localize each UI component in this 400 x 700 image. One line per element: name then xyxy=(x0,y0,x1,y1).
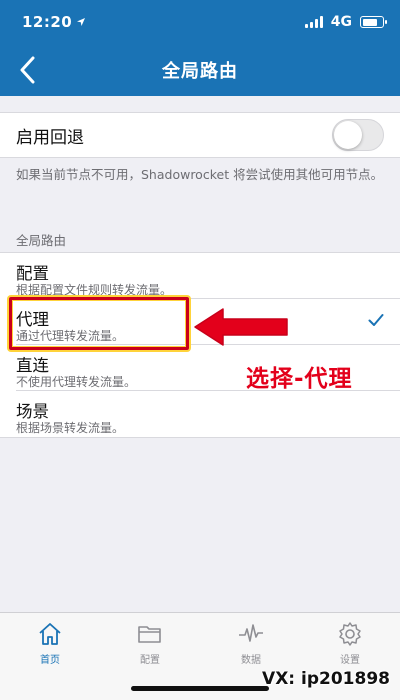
location-arrow-icon xyxy=(77,18,86,26)
fallback-footnote: 如果当前节点不可用，Shadowrocket 将尝试使用其他可用节点。 xyxy=(16,167,384,182)
chevron-left-icon xyxy=(20,56,35,84)
status-time-group: 12:20 xyxy=(22,13,86,31)
route-item-scene[interactable]: 场景 根据场景转发流量。 xyxy=(0,391,400,437)
page-title: 全局路由 xyxy=(162,61,238,82)
arrow-left-icon xyxy=(194,308,288,346)
fallback-toggle[interactable] xyxy=(332,119,384,151)
fallback-label: 启用回退 xyxy=(16,127,84,148)
signal-icon xyxy=(304,16,323,28)
activity-icon xyxy=(239,624,263,642)
fallback-row: 启用回退 xyxy=(0,112,400,158)
status-time: 12:20 xyxy=(22,13,73,31)
tab-label: 设置 xyxy=(340,655,360,666)
checkmark-icon xyxy=(368,314,384,326)
status-bar: 12:20 4G xyxy=(0,0,400,44)
tab-config[interactable]: 配置 xyxy=(120,621,180,671)
route-subtitle: 根据配置文件规则转发流量。 xyxy=(16,283,173,297)
watermark: VX: ip201898 xyxy=(262,669,390,689)
tab-label: 数据 xyxy=(241,655,261,666)
home-indicator xyxy=(131,686,269,691)
route-subtitle: 根据场景转发流量。 xyxy=(16,421,125,435)
highlight-box xyxy=(9,297,189,350)
status-right: 4G xyxy=(304,14,387,30)
tab-data[interactable]: 数据 xyxy=(221,621,281,671)
back-button[interactable] xyxy=(12,54,42,86)
tab-home[interactable]: 首页 xyxy=(20,621,80,671)
route-item-config[interactable]: 配置 根据配置文件规则转发流量。 xyxy=(0,253,400,299)
nav-bar: 全局路由 xyxy=(0,44,400,96)
gear-icon xyxy=(339,622,361,646)
annotation-text: 选择-代理 xyxy=(246,366,353,392)
routes-section-header: 全局路由 xyxy=(16,233,67,248)
battery-icon xyxy=(360,16,387,28)
tab-label: 配置 xyxy=(140,655,160,666)
tab-settings[interactable]: 设置 xyxy=(320,621,380,671)
folder-icon xyxy=(138,626,161,643)
toggle-knob xyxy=(334,121,362,149)
home-icon xyxy=(39,623,61,645)
battery-fill xyxy=(362,18,377,26)
route-subtitle: 不使用代理转发流量。 xyxy=(16,375,137,389)
network-type: 4G xyxy=(330,14,352,30)
tab-label: 首页 xyxy=(40,655,60,666)
